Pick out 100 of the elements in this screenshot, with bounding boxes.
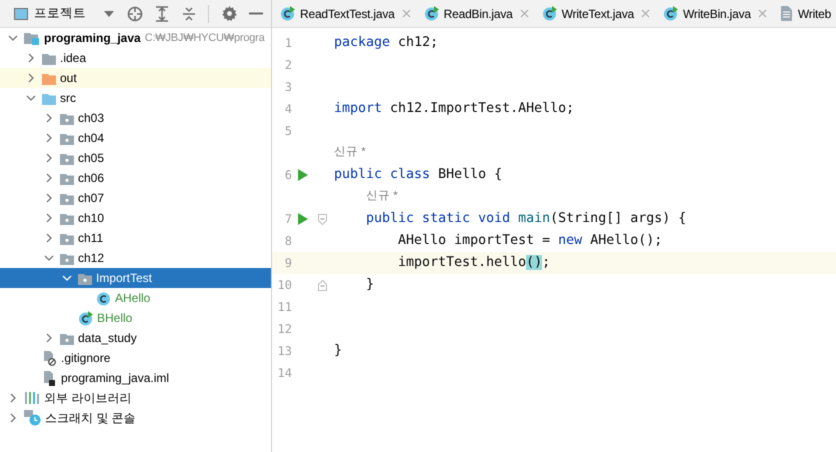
- class-icon: [96, 290, 111, 306]
- dropdown-caret-icon: [104, 10, 114, 16]
- tree-item[interactable]: ch06: [78, 169, 104, 187]
- tree-item[interactable]: ch11: [78, 229, 104, 247]
- tree-item[interactable]: programing_java.iml: [61, 369, 170, 387]
- chevron-right-icon[interactable]: [8, 413, 18, 423]
- tree-item[interactable]: data_study: [78, 329, 137, 347]
- module-folder-icon: [24, 31, 40, 45]
- tree-item[interactable]: ch07: [78, 189, 104, 207]
- line-number: 10: [276, 277, 292, 294]
- tree-item[interactable]: ch05: [78, 149, 104, 167]
- line-number: 6: [284, 167, 292, 184]
- author-hint: 신규 *: [366, 189, 398, 204]
- line-number: 5: [284, 123, 292, 140]
- code-line: public static void main(String[] args) {: [365, 210, 686, 228]
- code-line: importTest.hello();: [397, 254, 550, 272]
- tree-item[interactable]: ch04: [78, 129, 104, 147]
- line-number: 13: [276, 343, 292, 360]
- tree-item[interactable]: programing_java: [44, 29, 141, 47]
- expand-all-icon[interactable]: [155, 6, 169, 22]
- line-number: 9: [284, 255, 292, 272]
- chevron-right-icon[interactable]: [44, 173, 54, 183]
- line-number: 2: [284, 57, 292, 74]
- code-line: public class BHello {: [334, 166, 502, 184]
- fold-icon[interactable]: [318, 280, 326, 290]
- tree-item[interactable]: src: [60, 89, 76, 107]
- file-icon: [42, 370, 57, 386]
- folder-icon: [42, 92, 56, 104]
- scratch-clock-icon: [24, 410, 41, 426]
- line-number: 12: [276, 321, 292, 338]
- class-icon: [662, 6, 678, 21]
- fold-icon[interactable]: [318, 214, 326, 224]
- line-number: 14: [276, 365, 292, 382]
- panel-icon: [14, 8, 28, 20]
- code-line: }: [334, 342, 342, 360]
- class-icon: [542, 6, 557, 21]
- chevron-right-icon[interactable]: [44, 193, 54, 203]
- line-number: 7: [284, 211, 292, 228]
- tree-item[interactable]: ImportTest: [96, 269, 152, 287]
- tree-item[interactable]: ch10: [78, 209, 104, 227]
- tree-item[interactable]: out: [60, 69, 77, 87]
- package-icon: [60, 332, 74, 344]
- chevron-down-icon[interactable]: [62, 273, 72, 283]
- chevron-right-icon[interactable]: [44, 113, 54, 123]
- tree-item[interactable]: ch03: [78, 109, 104, 127]
- tree-item[interactable]: BHello: [97, 309, 132, 327]
- chevron-right-icon[interactable]: [8, 393, 18, 403]
- package-icon: [60, 212, 74, 224]
- file-icon: [42, 350, 57, 366]
- chevron-down-icon[interactable]: [44, 253, 54, 263]
- package-icon: [60, 232, 74, 244]
- package-icon: [60, 132, 74, 144]
- minimize-icon[interactable]: [249, 12, 263, 15]
- chevron-right-icon[interactable]: [44, 133, 54, 143]
- package-icon: [60, 192, 74, 204]
- line-number: 4: [284, 101, 292, 118]
- package-icon: [60, 172, 74, 184]
- tree-item[interactable]: 스크래치 및 콘솔: [45, 409, 136, 427]
- locate-icon[interactable]: [126, 6, 142, 22]
- chevron-down-icon[interactable]: [26, 93, 36, 103]
- editor-tab[interactable]: Writeb: [772, 0, 836, 27]
- class-icon: [78, 310, 93, 326]
- line-number: 1: [284, 35, 292, 52]
- line-number: 3: [284, 79, 292, 96]
- chevron-right-icon[interactable]: [44, 233, 54, 243]
- tree-item[interactable]: ch12: [78, 249, 104, 267]
- collapse-all-icon[interactable]: [182, 6, 196, 22]
- chevron-right-icon[interactable]: [26, 73, 36, 83]
- line-number: 11: [276, 299, 292, 316]
- chevron-right-icon[interactable]: [44, 153, 54, 163]
- code-line: AHello importTest = new AHello();: [397, 232, 662, 250]
- run-icon[interactable]: [298, 213, 308, 225]
- editor-tab[interactable]: WriteBin.java: [654, 0, 772, 27]
- settings-icon[interactable]: [222, 6, 236, 21]
- run-icon[interactable]: [298, 169, 308, 181]
- package-icon: [60, 112, 74, 124]
- chevron-down-icon[interactable]: [8, 33, 18, 43]
- package-icon: [60, 152, 74, 164]
- chevron-right-icon[interactable]: [26, 53, 36, 63]
- tree-item[interactable]: AHello: [115, 289, 150, 307]
- tree-item[interactable]: 외부 라이브러리: [44, 389, 132, 407]
- package-icon: [60, 252, 74, 264]
- tree-item[interactable]: .idea: [60, 49, 86, 67]
- file-icon: [780, 6, 793, 21]
- code-line: }: [365, 276, 374, 294]
- code-line: import ch12.ImportTest.AHello;: [334, 100, 574, 118]
- libraries-icon: [24, 391, 40, 405]
- class-icon: [424, 6, 439, 21]
- code-line: package ch12;: [334, 34, 438, 52]
- folder-icon: [42, 52, 56, 64]
- chevron-right-icon[interactable]: [44, 333, 54, 343]
- path-hint: C:₩JBJ₩HYCU₩progra: [144, 30, 265, 46]
- editor-tab[interactable]: WriteText.java: [534, 0, 655, 27]
- tree-item[interactable]: .gitignore: [61, 349, 110, 367]
- author-hint: 신규 *: [334, 145, 366, 160]
- editor-tab[interactable]: ReadBin.java: [416, 0, 534, 27]
- chevron-right-icon[interactable]: [44, 213, 54, 223]
- editor-tab[interactable]: ReadTextTest.java: [272, 0, 416, 27]
- package-icon: [78, 272, 92, 284]
- folder-icon: [42, 72, 56, 84]
